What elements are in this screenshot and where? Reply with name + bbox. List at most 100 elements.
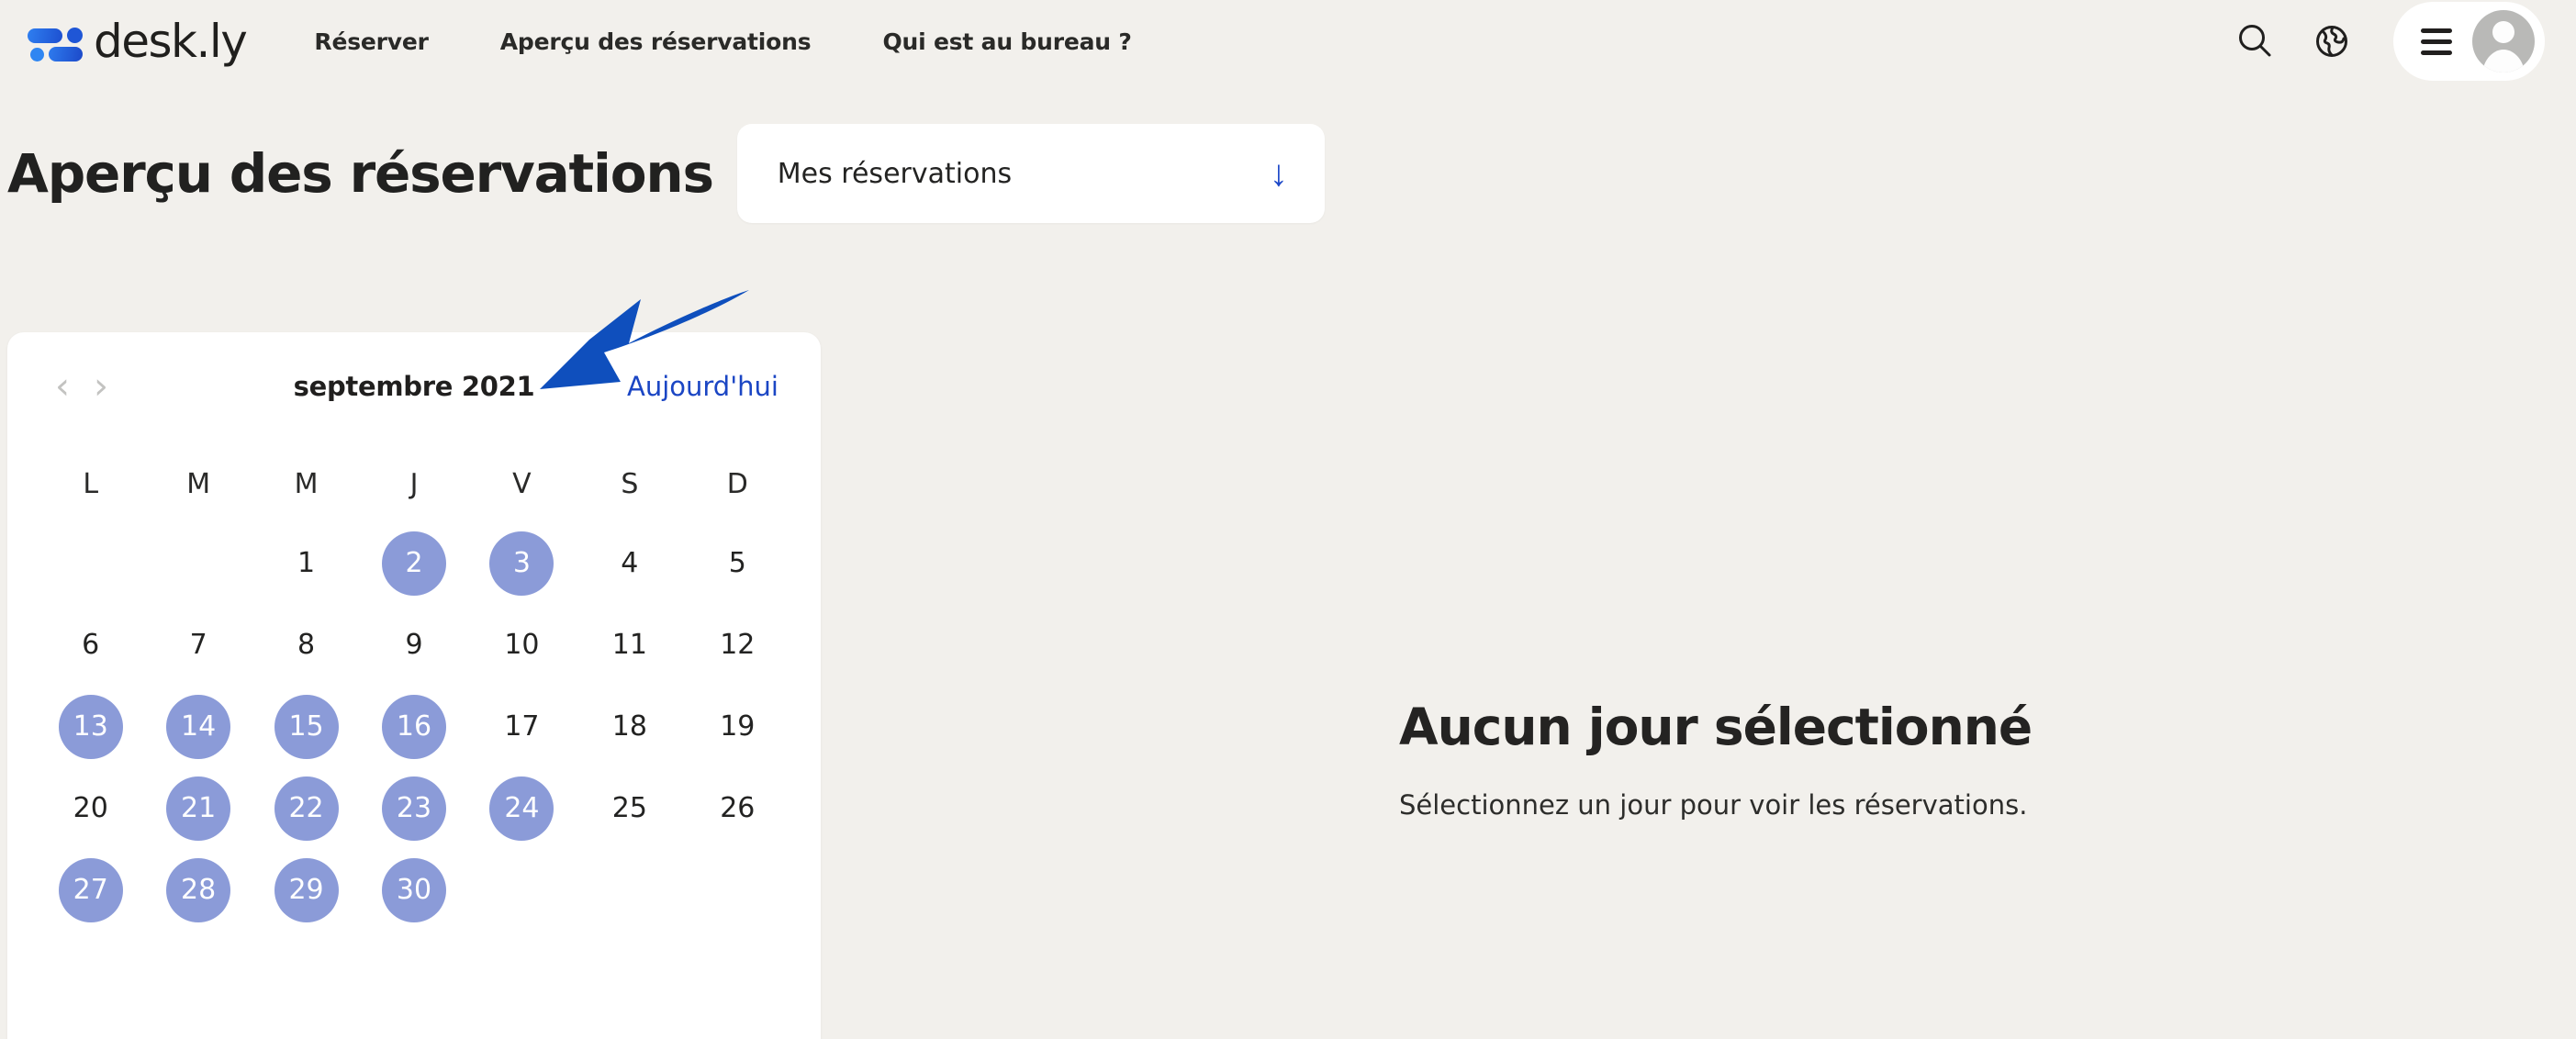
weekday-label: V — [512, 468, 532, 500]
calendar-day-blank-inner — [166, 531, 230, 596]
calendar-day-cell[interactable]: 23 — [360, 767, 467, 849]
calendar-day-booked[interactable]: 23 — [381, 776, 446, 841]
header-actions — [2234, 0, 2545, 83]
brand-logo[interactable]: desk.ly — [28, 15, 248, 68]
calendar-day-cell[interactable]: 29 — [252, 849, 360, 931]
calendar-day-booked[interactable]: 30 — [381, 857, 446, 922]
calendar-header: ‹ › septembre 2021 Aujourd'hui — [37, 332, 791, 441]
calendar-day[interactable]: 25 — [598, 776, 662, 841]
calendar-day-booked[interactable]: 16 — [381, 694, 446, 759]
calendar-day-cell[interactable]: 3 — [468, 522, 576, 604]
calendar-day[interactable]: 26 — [705, 776, 769, 841]
app-header: desk.ly Réserver Aperçu des réservations… — [0, 0, 2576, 83]
weekday-label: S — [621, 468, 639, 500]
calendar-day-cell[interactable]: 14 — [144, 686, 252, 767]
calendar-day[interactable]: 4 — [598, 531, 662, 596]
calendar-day[interactable]: 20 — [59, 776, 123, 841]
calendar-day-booked[interactable]: 29 — [274, 857, 339, 922]
reservation-scope-select[interactable]: Mes réservations ↓ — [736, 124, 1325, 223]
calendar-day-cell[interactable]: 18 — [576, 686, 683, 767]
user-menu-pill[interactable] — [2393, 2, 2545, 81]
hamburger-menu-icon[interactable] — [2421, 28, 2452, 55]
calendar-day-booked[interactable]: 13 — [58, 694, 123, 759]
calendar-day-cell[interactable]: 2 — [360, 522, 467, 604]
nav-apercu-des-reservations[interactable]: Aperçu des réservations — [500, 28, 812, 55]
calendar-day-booked[interactable]: 3 — [489, 531, 554, 596]
deskly-people-logo-icon — [28, 22, 83, 61]
calendar-day-cell[interactable]: 17 — [468, 686, 576, 767]
calendar-day[interactable]: 12 — [705, 613, 769, 677]
calendar-day-booked[interactable]: 27 — [58, 857, 123, 922]
calendar-day-cell[interactable]: 11 — [576, 604, 683, 686]
globe-icon[interactable] — [2311, 20, 2353, 62]
calendar-day-booked[interactable]: 24 — [489, 776, 554, 841]
empty-state-panel: Aucun jour sélectionné Sélectionnez un j… — [1399, 698, 2299, 821]
weekday-label: D — [726, 468, 748, 500]
calendar-day-cell[interactable]: 8 — [252, 604, 360, 686]
calendar-day-cell[interactable]: 19 — [684, 686, 791, 767]
main-navigation: Réserver Aperçu des réservations Qui est… — [314, 28, 1131, 55]
empty-state-title: Aucun jour sélectionné — [1399, 698, 2033, 756]
calendar-day[interactable]: 18 — [598, 695, 662, 759]
calendar-day[interactable]: 7 — [166, 613, 230, 677]
calendar-day-booked[interactable]: 21 — [166, 776, 231, 841]
page-title-row: Aperçu des réservations Mes réservations… — [0, 124, 2576, 223]
calendar-day-cell[interactable]: 4 — [576, 522, 683, 604]
calendar-day-cell[interactable]: 15 — [252, 686, 360, 767]
calendar-day-blank — [37, 522, 144, 604]
calendar-day-cell[interactable]: 25 — [576, 767, 683, 849]
calendar-day-booked[interactable]: 28 — [166, 857, 231, 922]
weekday-label: M — [186, 468, 211, 500]
calendar-day[interactable]: 17 — [489, 695, 554, 759]
weekday-label: M — [294, 468, 319, 500]
calendar-day-cell[interactable]: 10 — [468, 604, 576, 686]
reservation-scope-value: Mes réservations — [777, 157, 1013, 190]
calendar-day[interactable]: 5 — [705, 531, 769, 596]
calendar-day-cell[interactable]: 13 — [37, 686, 144, 767]
calendar-day[interactable]: 8 — [274, 613, 339, 677]
calendar-day-cell[interactable]: 1 — [252, 522, 360, 604]
weekday-label: L — [83, 468, 99, 500]
calendar-day-cell[interactable]: 7 — [144, 604, 252, 686]
chevron-right-icon[interactable]: › — [94, 368, 108, 405]
calendar-day-booked[interactable]: 15 — [274, 694, 339, 759]
calendar-day-cell[interactable]: 30 — [360, 849, 467, 931]
empty-state-subtitle: Sélectionnez un jour pour voir les réser… — [1399, 789, 2028, 821]
chevron-left-icon[interactable]: ‹ — [55, 368, 70, 405]
calendar-day-cell[interactable]: 16 — [360, 686, 467, 767]
nav-reserver[interactable]: Réserver — [314, 28, 429, 55]
weekday-header-row: LMMJVSD — [37, 468, 791, 500]
arrow-down-icon: ↓ — [1269, 153, 1288, 194]
calendar-day[interactable]: 9 — [382, 613, 446, 677]
calendar-day-cell[interactable]: 12 — [684, 604, 791, 686]
logo-wordmark: desk.ly — [94, 15, 248, 68]
calendar-day-cell[interactable]: 5 — [684, 522, 791, 604]
calendar-card: ‹ › septembre 2021 Aujourd'hui L M M J V S D 1… — [7, 332, 821, 1039]
calendar-day-cell[interactable]: 20 — [37, 767, 144, 849]
calendar-day-cell[interactable]: 26 — [684, 767, 791, 849]
calendar-day[interactable]: 11 — [598, 613, 662, 677]
calendar-month-nav: ‹ › — [55, 368, 108, 405]
calendar-day-cell[interactable]: 9 — [360, 604, 467, 686]
calendar-day-grid: 1 2 3 4 5 6 7 8 9 10 11 12 13 14 15 16 17 18 19 20 21 22 23 24 2… — [37, 522, 791, 931]
calendar-day[interactable]: 6 — [59, 613, 123, 677]
user-avatar-icon[interactable] — [2472, 10, 2535, 73]
weekday-label: J — [409, 468, 419, 500]
nav-qui-est-au-bureau[interactable]: Qui est au bureau ? — [882, 28, 1131, 55]
calendar-day-cell[interactable]: 22 — [252, 767, 360, 849]
calendar-day[interactable]: 10 — [489, 613, 554, 677]
calendar-day-cell[interactable]: 6 — [37, 604, 144, 686]
calendar-day-blank-inner — [59, 531, 123, 596]
calendar-day[interactable]: 19 — [705, 695, 769, 759]
calendar-day-cell[interactable]: 24 — [468, 767, 576, 849]
calendar-day[interactable]: 1 — [274, 531, 339, 596]
today-link[interactable]: Aujourd'hui — [627, 371, 778, 402]
calendar-day-blank — [144, 522, 252, 604]
calendar-day-booked[interactable]: 22 — [274, 776, 339, 841]
calendar-day-cell[interactable]: 28 — [144, 849, 252, 931]
calendar-day-booked[interactable]: 2 — [381, 531, 446, 596]
calendar-day-cell[interactable]: 21 — [144, 767, 252, 849]
search-icon[interactable] — [2234, 20, 2276, 62]
calendar-day-booked[interactable]: 14 — [166, 694, 231, 759]
calendar-day-cell[interactable]: 27 — [37, 849, 144, 931]
